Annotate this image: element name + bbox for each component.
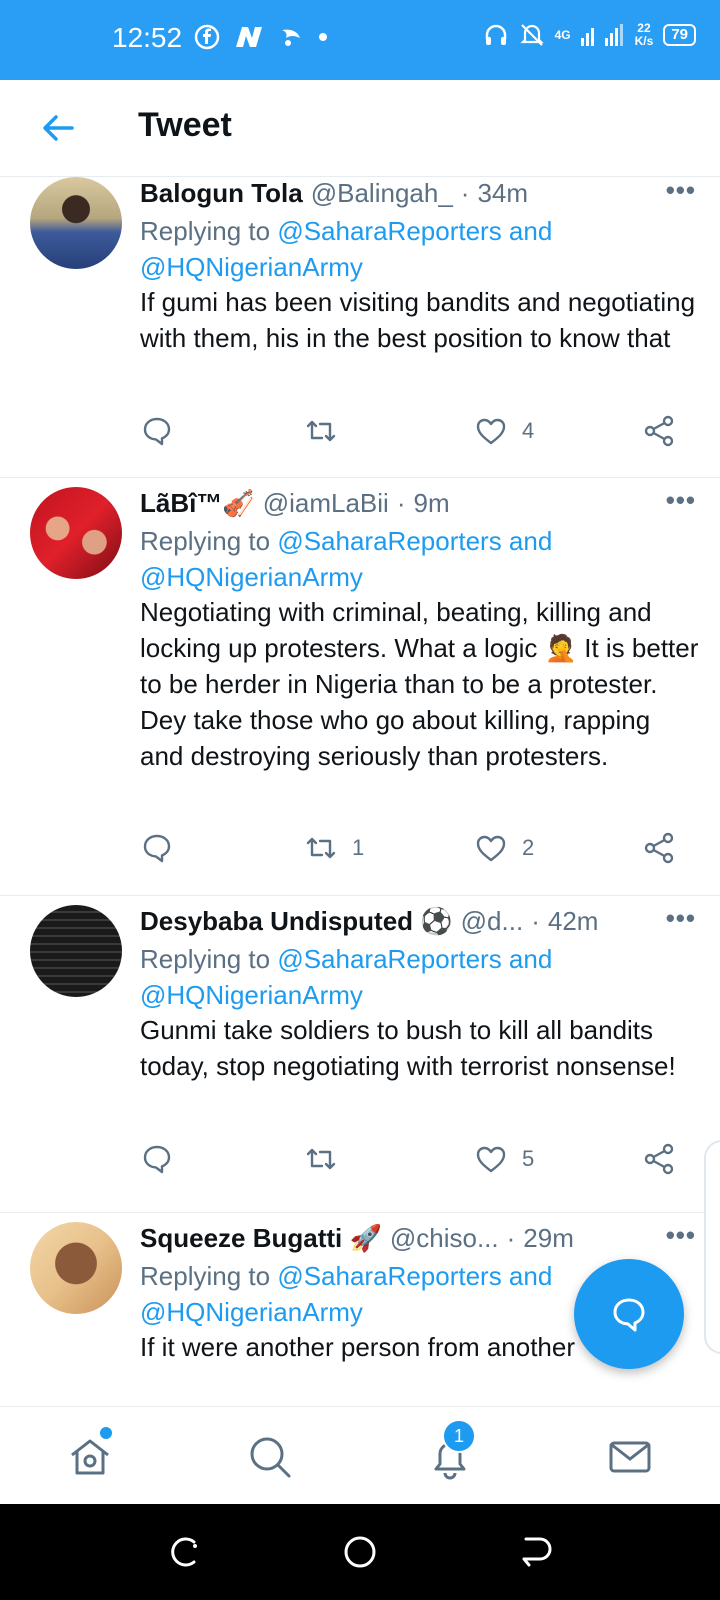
avatar[interactable] (30, 177, 122, 269)
more-options-icon[interactable]: ••• (666, 485, 696, 516)
like-button[interactable]: 2 (474, 831, 534, 865)
tweet-actions: 4 (140, 414, 700, 454)
retweet-button[interactable] (304, 414, 352, 448)
status-app-icons (194, 24, 328, 50)
headphones-icon (485, 24, 506, 45)
replying-to: Replying to @SaharaReporters and @HQNige… (140, 526, 553, 592)
tweet-actions: 1 2 (140, 831, 700, 871)
nav-messages[interactable] (606, 1433, 654, 1481)
tweet-header: Tweet (0, 80, 720, 177)
compose-reply-button[interactable] (574, 1259, 684, 1369)
tweet-time: 42m (547, 905, 599, 936)
reply-button[interactable] (140, 1142, 174, 1176)
share-icon (644, 832, 674, 864)
like-button[interactable]: 4 (474, 414, 534, 448)
more-options-icon[interactable]: ••• (666, 177, 696, 206)
retweet-icon (306, 420, 336, 442)
like-button[interactable]: 5 (474, 1142, 534, 1176)
recent-apps-icon[interactable] (166, 1534, 202, 1570)
signal-bars-icon (580, 24, 623, 46)
author-name[interactable]: LãBî™🎻 (140, 488, 255, 519)
like-count: 4 (522, 418, 535, 443)
author-name[interactable]: Desybaba Undisputed ⚽ (140, 906, 453, 937)
status-time: 12:52 (112, 22, 183, 53)
reply-button[interactable] (140, 414, 174, 448)
home-unread-dot (98, 1425, 114, 1441)
more-options-icon[interactable]: ••• (666, 1220, 696, 1251)
facebook-icon (194, 24, 220, 50)
reply-icon (143, 1145, 171, 1174)
page-title: Tweet (138, 106, 232, 144)
mail-icon (609, 1441, 651, 1473)
author-handle[interactable]: @Balingah_ (311, 178, 453, 209)
share-button[interactable] (642, 414, 676, 448)
system-navigation-bar (0, 1504, 720, 1600)
retweet-icon (306, 837, 336, 859)
tweet-text: Negotiating with criminal, beating, kill… (140, 597, 699, 771)
author-handle[interactable]: @chiso... (390, 1223, 499, 1254)
more-options-icon[interactable]: ••• (666, 903, 696, 934)
status-system-icons: 4G 22 K/s 79 (483, 22, 696, 48)
signal-app-icon (282, 29, 300, 46)
back-nav-icon[interactable] (518, 1534, 554, 1570)
heart-icon (476, 1146, 506, 1173)
reply-icon (143, 834, 171, 863)
tweet-time: 34m (477, 177, 529, 208)
nav-search[interactable] (246, 1433, 294, 1481)
notification-badge: 1 (442, 1419, 476, 1453)
tweet-item[interactable]: Balogun Tola @Balingah_ · 34m ••• Replyi… (0, 177, 720, 478)
share-icon (644, 415, 674, 447)
retweet-button[interactable] (304, 1142, 352, 1176)
battery-indicator: 79 (663, 24, 696, 46)
reply-icon (143, 417, 171, 446)
search-icon (250, 1437, 291, 1478)
replying-to: Replying to @SaharaReporters and @HQNige… (140, 216, 553, 282)
news-app-icon (236, 27, 262, 47)
author-name[interactable]: Balogun Tola (140, 178, 303, 209)
status-bar: 12:52 4G 22 K/s 79 (0, 0, 720, 80)
like-count: 2 (522, 835, 535, 860)
like-count: 5 (522, 1146, 535, 1171)
scroll-handle[interactable] (704, 1140, 720, 1354)
network-type: 4G (554, 28, 571, 42)
share-button[interactable] (642, 831, 676, 865)
avatar[interactable] (30, 487, 122, 579)
avatar[interactable] (30, 1222, 122, 1314)
tweet-item[interactable]: Desybaba Undisputed ⚽ @d... · 42m ••• Re… (0, 895, 720, 1213)
retweet-icon (306, 1148, 336, 1170)
back-arrow-icon[interactable] (38, 108, 78, 148)
nav-notifications[interactable]: 1 (426, 1419, 476, 1481)
tweet-text: If gumi has been visiting bandits and ne… (140, 287, 696, 353)
heart-icon (476, 835, 506, 862)
notification-dot-icon (319, 33, 327, 41)
author-handle[interactable]: @d... (461, 906, 524, 937)
share-icon (644, 1143, 674, 1175)
mute-bell-icon (519, 24, 544, 46)
author-name[interactable]: Squeeze Bugatti 🚀 (140, 1223, 382, 1254)
reply-button[interactable] (140, 831, 174, 865)
retweet-count: 1 (352, 835, 365, 860)
replies-feed[interactable]: Balogun Tola @Balingah_ · 34m ••• Replyi… (0, 177, 720, 1407)
tweet-actions: 5 (140, 1142, 700, 1182)
author-handle[interactable]: @iamLaBii (263, 488, 389, 519)
home-circle-icon[interactable] (342, 1534, 378, 1570)
tweet-time: 29m (523, 1222, 574, 1253)
tweet-time: 9m (413, 487, 450, 518)
tweet-item[interactable]: LãBî™🎻 @iamLaBii · 9m ••• Replying to @S… (0, 477, 720, 896)
heart-icon (476, 418, 506, 445)
share-button[interactable] (642, 1142, 676, 1176)
compose-bubble-icon (613, 1298, 645, 1332)
tweet-text: Gunmi take soldiers to bush to kill all … (140, 1015, 676, 1081)
avatar[interactable] (30, 905, 122, 997)
network-speed: 22 K/s (634, 21, 654, 48)
bottom-navigation: 1 (0, 1406, 720, 1505)
nav-home[interactable] (66, 1425, 114, 1481)
replying-to: Replying to @SaharaReporters and @HQNige… (140, 944, 553, 1010)
retweet-button[interactable]: 1 (304, 831, 364, 865)
